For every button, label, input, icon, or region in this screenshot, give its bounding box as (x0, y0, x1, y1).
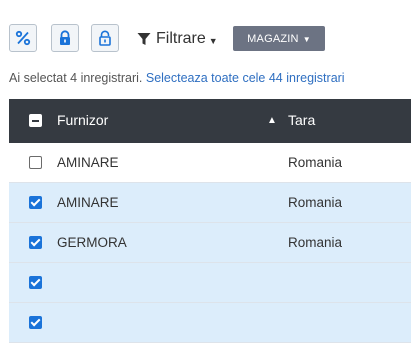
row-checkbox[interactable] (29, 236, 42, 249)
sort-asc-icon[interactable]: ▲ (267, 115, 277, 126)
selection-info: Ai selectat 4 inregistrari. Selecteaza t… (9, 71, 345, 85)
row-checkbox[interactable] (29, 196, 42, 209)
table-row[interactable]: AMINARE Romania (9, 183, 411, 223)
chevron-down-icon: ▼ (302, 34, 311, 44)
table-row[interactable]: GERMORA Romania (9, 223, 411, 263)
select-all-checkbox[interactable] (29, 114, 42, 127)
table-row[interactable] (9, 263, 411, 303)
percent-icon (15, 30, 31, 46)
data-grid: Furnizor ▲ Tara AMINARE Romania AMINARE … (9, 99, 411, 343)
grid-header: Furnizor ▲ Tara (9, 99, 411, 143)
country-cell: Romania (288, 155, 343, 170)
country-cell: Romania (288, 235, 343, 250)
filter-dropdown[interactable]: Filtrare ▼ (137, 28, 218, 50)
selection-count-text: Ai selectat 4 inregistrari. (9, 71, 146, 85)
supplier-cell: GERMORA (57, 235, 127, 250)
column-header-supplier[interactable]: Furnizor (57, 112, 108, 128)
store-dropdown-button[interactable]: MAGAZIN ▼ (233, 26, 325, 51)
chevron-down-icon: ▼ (208, 35, 218, 46)
table-row[interactable] (9, 303, 411, 343)
column-header-country[interactable]: Tara (288, 112, 315, 128)
unlock-icon (99, 30, 111, 46)
lock-icon (60, 30, 70, 45)
funnel-icon (137, 33, 151, 45)
supplier-cell: AMINARE (57, 155, 119, 170)
supplier-cell: AMINARE (57, 195, 119, 210)
unlock-button[interactable] (91, 24, 119, 52)
store-label: MAGAZIN (247, 32, 299, 45)
select-all-link[interactable]: Selecteaza toate cele 44 inregistrari (146, 71, 345, 85)
lock-button[interactable] (51, 24, 79, 52)
toolbar: Filtrare ▼ MAGAZIN ▼ (0, 0, 411, 66)
filter-label: Filtrare (156, 30, 206, 47)
row-checkbox[interactable] (29, 276, 42, 289)
row-checkbox[interactable] (29, 156, 42, 169)
table-row[interactable]: AMINARE Romania (9, 143, 411, 183)
row-checkbox[interactable] (29, 316, 42, 329)
country-cell: Romania (288, 195, 343, 210)
percent-button[interactable] (9, 24, 37, 52)
